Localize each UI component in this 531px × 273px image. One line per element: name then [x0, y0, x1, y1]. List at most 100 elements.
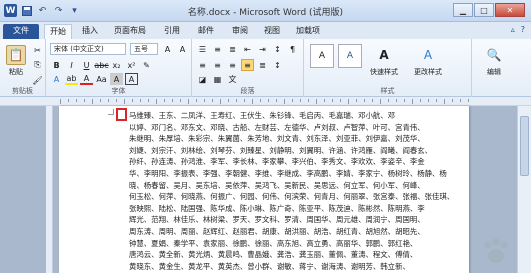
- cut-icon[interactable]: ✂: [31, 44, 44, 56]
- grow-font-icon[interactable]: A: [161, 43, 174, 55]
- help-icon[interactable]: ?: [521, 25, 525, 34]
- document-line: 马维臻、王东、二凤洋、王寿红、王伏生、朱钐锋、毛启丙、毛嘉瑞、邓小航、邓: [129, 111, 396, 120]
- font-color-icon[interactable]: A: [80, 73, 93, 85]
- multilevel-list-icon[interactable]: ≣: [226, 43, 239, 55]
- numbering-icon[interactable]: ≡: [211, 43, 224, 55]
- minimize-button[interactable]: ▁: [453, 3, 473, 17]
- ribbon-right-icons: ▵ ?: [511, 25, 525, 34]
- scrollbar-thumb[interactable]: [520, 116, 529, 176]
- char-shading-icon[interactable]: A: [110, 73, 123, 85]
- editing-button[interactable]: 🔍 编辑: [484, 45, 504, 77]
- text-effects-icon[interactable]: A: [50, 73, 63, 85]
- tab-mailings[interactable]: 邮件: [192, 24, 220, 39]
- style-heading-swatch[interactable]: A: [338, 44, 362, 68]
- ruler-tick: [244, 99, 245, 102]
- italic-icon[interactable]: I: [65, 59, 78, 71]
- tab-view[interactable]: 视图: [258, 24, 286, 39]
- ruler-tick: [108, 99, 109, 102]
- font-size-select[interactable]: 五号: [130, 43, 158, 55]
- font-size-buttons: A A: [161, 43, 189, 55]
- ruler-tick: [268, 99, 269, 102]
- ruler-tick: [340, 99, 341, 102]
- superscript-icon[interactable]: x²: [125, 59, 138, 71]
- tab-layout[interactable]: 页面布局: [110, 24, 150, 39]
- highlight-icon[interactable]: ab: [65, 73, 78, 85]
- ruler-tick: [124, 99, 125, 104]
- change-styles-button[interactable]: A 更改样式: [414, 45, 442, 77]
- ruler-tick: [332, 99, 333, 102]
- tab-addins[interactable]: 加载项: [290, 24, 326, 39]
- document-line: 晓、杨春留、吴月、吴东培、吴依萍、吴鸿飞、吴新民、吴思远、何立军、何小军、何峰、: [129, 180, 425, 190]
- ruler-tick: [404, 99, 405, 102]
- borders-icon[interactable]: ▦: [211, 73, 224, 85]
- change-case-icon[interactable]: Aa: [95, 73, 108, 85]
- format-painter-icon[interactable]: 🖌: [31, 74, 44, 86]
- ruler-tick: [324, 99, 325, 102]
- ruler-tick: [292, 99, 293, 102]
- collapse-ribbon-icon[interactable]: ▵: [511, 25, 515, 34]
- tab-insert[interactable]: 插入: [76, 24, 104, 39]
- tab-review[interactable]: 审阅: [226, 24, 254, 39]
- subscript-icon[interactable]: x₂: [110, 59, 123, 71]
- styles-gallery: A A: [310, 44, 362, 68]
- vertical-scrollbar[interactable]: [517, 106, 531, 273]
- ruler-tick: [460, 99, 461, 102]
- sort-icon[interactable]: ↕: [271, 43, 284, 55]
- style-normal-swatch[interactable]: A: [310, 44, 334, 68]
- ruler-tick: [100, 99, 101, 102]
- ruler-tick: [92, 99, 93, 104]
- quick-styles-button[interactable]: A 快速样式: [370, 45, 398, 77]
- ruler-tick: [204, 99, 205, 102]
- maximize-button[interactable]: □: [474, 3, 494, 17]
- close-button[interactable]: ✕: [495, 3, 525, 17]
- tab-file[interactable]: 文件: [3, 24, 39, 39]
- document-line: 唐鸿云、黄全新、黄光炳、黄晨鸣、曹晶娥、龚浩、龚玉丽、董佩、董涛、程文、傅倩、: [129, 250, 418, 260]
- align-center-icon[interactable]: ≡: [211, 59, 224, 71]
- title-bar: W ↶ ↷ ▾ 名称.docx - Microsoft Word (试用版) ▁…: [0, 0, 531, 22]
- copy-icon[interactable]: ⎘: [31, 59, 44, 71]
- line-spacing-icon[interactable]: ↕: [271, 59, 284, 71]
- paste-button[interactable]: 📋 粘贴: [6, 45, 26, 77]
- ruler-tick: [276, 99, 277, 102]
- increase-indent-icon[interactable]: ⇥: [256, 43, 269, 55]
- tab-references[interactable]: 引用: [158, 24, 186, 39]
- clear-format-icon[interactable]: ✎: [140, 59, 153, 71]
- show-marks-icon[interactable]: ¶: [286, 43, 299, 55]
- ruler-tick: [148, 99, 149, 102]
- char-border-icon[interactable]: A: [125, 73, 138, 85]
- editing-label: 编辑: [487, 68, 501, 76]
- ruler-tick: [348, 99, 349, 104]
- horizontal-ruler[interactable]: [0, 97, 531, 106]
- ruler-tick: [140, 99, 141, 102]
- align-left-icon[interactable]: ≡: [196, 59, 209, 71]
- distributed-icon[interactable]: ≣: [256, 59, 269, 71]
- shrink-font-icon[interactable]: A: [176, 43, 189, 55]
- bold-icon[interactable]: B: [50, 59, 63, 71]
- strikethrough-icon[interactable]: abc: [94, 59, 108, 71]
- ruler-tick: [76, 99, 77, 102]
- ruler-tick: [60, 99, 61, 104]
- document-line: 黄晓东、黄金生、黄龙平、黄英杰、曾小群、谢敏、蒋宁、谢海涛、谢明芳、韩立新、: [129, 261, 410, 271]
- underline-icon[interactable]: U: [80, 59, 93, 71]
- decrease-indent-icon[interactable]: ⇤: [241, 43, 254, 55]
- document-page[interactable]: 马维臻、王东、二凤洋、王寿红、王伏生、朱钐锋、毛启丙、毛嘉瑞、邓小航、邓以婷、邓…: [59, 106, 469, 273]
- bullets-icon[interactable]: ☰: [196, 43, 209, 55]
- tab-home[interactable]: 开始: [44, 24, 72, 39]
- list-row: ☰ ≡ ≣ ⇤ ⇥ ↕ ¶: [196, 43, 299, 55]
- font-style-row: B I U abc x₂ x² ✎: [50, 59, 153, 71]
- ruler-tick: [308, 99, 309, 102]
- document-line: 刘婕、刘宗汗、刘林绘、刘琴芬、刘臻星、刘静明、刘翼明、许涵、许鸿雁、阎曦、阎春玄…: [129, 145, 433, 155]
- vertical-ruler[interactable]: [46, 106, 53, 273]
- chinese-layout-icon[interactable]: 文: [226, 73, 239, 85]
- ruler-tick: [188, 99, 189, 104]
- document-line: 以婷、邓门名、邓东文、邓晓、古船、左财芸、左德华、卢刘叔、卢智萍、叶可、宫青伟、: [129, 122, 425, 132]
- font-name-select[interactable]: 宋体 (中文正文): [50, 43, 126, 55]
- document-body[interactable]: 马维臻、王东、二凤洋、王寿红、王伏生、朱钐锋、毛启丙、毛嘉瑞、邓小航、邓以婷、邓…: [129, 110, 454, 272]
- shading-icon[interactable]: ◪: [196, 73, 209, 85]
- ruler-tick: [236, 99, 237, 102]
- clipboard-group: 📋 粘贴 ✂ ⎘ 🖌 剪贴板: [0, 39, 46, 97]
- document-line: 钟慧、夏娟、秦学平、袁家丽、徐鹏、徐丽、高东旭、高立勇、高丽华、郭鹏、郭红艳、: [129, 238, 418, 248]
- justify-icon[interactable]: ≡: [241, 59, 254, 71]
- align-right-icon[interactable]: ≡: [226, 59, 239, 71]
- ribbon: 📋 粘贴 ✂ ⎘ 🖌 剪贴板 宋体 (中文正文) 五号 A A B I U ab…: [0, 39, 531, 97]
